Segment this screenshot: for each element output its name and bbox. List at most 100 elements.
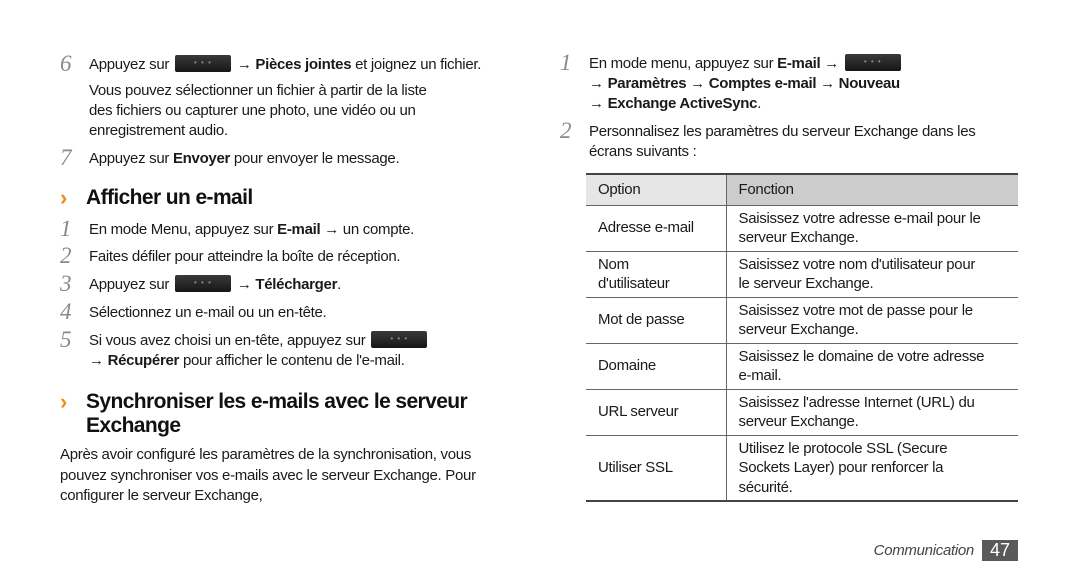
step-number: 2 [560, 118, 572, 143]
menu-dots: • • • [194, 278, 212, 287]
step-text-part: En mode Menu, appuyez sur [89, 221, 278, 238]
step-number: 6 [60, 51, 72, 76]
step-text: Sélectionnez un e-mail ou un en-tête. [89, 304, 327, 321]
step-text: Appuyez sur Envoyer pour envoyer le mess… [89, 149, 400, 169]
page-footer: Communication 47 [874, 540, 1018, 561]
option-cell: Nom d'utilisateur [586, 251, 726, 298]
table-row: URL serveur Saisissez l'adresse Internet… [586, 389, 1018, 436]
fonction-text: Saisissez l'adresse Internet (URL) du [738, 393, 975, 411]
step-text-line: écrans suivants : [589, 143, 697, 160]
menu-path: → Exchange ActiveSync [589, 95, 758, 112]
fonction-text: Saisissez votre nom d'utilisateur pour [738, 255, 976, 273]
step-text: En mode Menu, appuyez sur E-mail → un co… [89, 220, 414, 240]
step-text: En mode menu, appuyez sur E-mail → • • •… [589, 54, 903, 114]
menu-path: → Télécharger [232, 276, 338, 293]
section-name: Communication [873, 542, 975, 559]
fonction-text: le serveur Exchange. [738, 275, 874, 292]
fonction-cell: Saisissez votre nom d'utilisateur pour le… [725, 251, 1018, 298]
page-number: 47 [981, 540, 1018, 561]
step-number: 1 [560, 50, 572, 75]
option-text: Nom [598, 255, 629, 273]
fonction-cell: Saisissez l'adresse Internet (URL) du ser… [725, 389, 1018, 436]
step-text: Appuyez sur • • • → Pièces jointes et jo… [89, 55, 481, 141]
table-row: Adresse e-mail Saisissez votre adresse e… [586, 205, 1018, 252]
fonction-text: serveur Exchange. [738, 229, 859, 246]
step-number: 3 [60, 271, 72, 296]
option-text: Domaine [598, 357, 656, 375]
fonction-text: serveur Exchange. [738, 321, 859, 338]
step-number: 7 [60, 145, 72, 170]
option-text: Adresse e-mail [598, 219, 694, 237]
step-number: 5 [60, 327, 72, 352]
step-text-part: pour afficher le contenu de l'e-mail. [179, 352, 405, 369]
step-number: 4 [60, 299, 72, 324]
step-text-part: Appuyez sur [89, 150, 173, 167]
menu-path: Récupérer [107, 352, 180, 369]
step-text: Appuyez sur • • • → Télécharger. [89, 275, 341, 295]
option-text: Mot de passe [598, 311, 685, 329]
step-number: 2 [60, 243, 72, 268]
menu-key-icon: • • • [174, 275, 231, 292]
section-heading: Synchroniser les e-mails avec le serveur… [86, 390, 468, 438]
step-number: 1 [60, 216, 72, 241]
sync-paragraph: Après avoir configuré les paramètres de … [60, 445, 476, 507]
option-text: URL serveur [598, 403, 679, 421]
option-text: d'utilisateur [598, 275, 670, 292]
step-note-line: enregistrement audio. [89, 122, 228, 139]
fonction-cell: Saisissez votre mot de passe pour le serv… [725, 297, 1018, 344]
step-text-part: pour envoyer le message. [230, 150, 400, 167]
step-text-part: Si vous avez choisi un en-tête, appuyez … [89, 332, 370, 349]
menu-key-icon: • • • [844, 54, 901, 71]
step-text-part: et joignez un fichier. [351, 56, 482, 73]
step-note-line: des fichiers ou capturer une photo, une … [89, 102, 416, 119]
column-header-option: Option [586, 173, 726, 206]
step-text-part: . [757, 95, 762, 112]
fonction-text: Saisissez votre adresse e-mail pour le [738, 209, 981, 227]
step-text: Faites défiler pour atteindre la boîte d… [89, 248, 401, 265]
step-text-part: → [820, 55, 843, 72]
fonction-text: serveur Exchange. [738, 413, 859, 430]
step-text: Si vous avez choisi un en-tête, appuyez … [89, 331, 429, 371]
fonction-text: Saisissez votre mot de passe pour le [738, 301, 974, 319]
step-text-part: . [337, 276, 342, 293]
paragraph-line: configurer le serveur Exchange, [60, 487, 263, 504]
fonction-cell: Utilisez le protocole SSL (Secure Sockets… [725, 435, 1018, 502]
table-row: Nom d'utilisateur Saisissez votre nom d'u… [586, 251, 1018, 298]
menu-path: → Pièces jointes [232, 56, 352, 73]
fonction-cell: Saisissez votre adresse e-mail pour le se… [725, 205, 1018, 252]
fonction-text: Utilisez le protocole SSL (Secure [738, 439, 948, 457]
option-cell: Domaine [586, 343, 726, 390]
step-text-part: → un compte. [320, 221, 415, 238]
step-text-part: → [89, 352, 108, 369]
option-cell: URL serveur [586, 389, 726, 436]
chevron-right-icon: › [60, 185, 67, 210]
menu-path: → Paramètres → Comptes e-mail → Nouveau [589, 75, 900, 92]
menu-key-icon: • • • [371, 331, 428, 348]
menu-path: E-mail [277, 221, 321, 238]
chevron-right-icon: › [60, 389, 67, 414]
menu-path: E-mail [777, 55, 821, 72]
exchange-options-table: Option Fonction Adresse e-mail Saisissez… [586, 173, 1018, 502]
step-text: Personnalisez les paramètres du serveur … [589, 122, 976, 162]
table-header-row: Option Fonction [586, 173, 1018, 206]
paragraph-line: pouvez synchroniser vos e-mails avec le … [60, 466, 476, 484]
paragraph-line: Après avoir configuré les paramètres de … [60, 446, 472, 463]
step-text-part: Appuyez sur [89, 276, 173, 293]
menu-dots: • • • [390, 334, 409, 343]
option-cell: Adresse e-mail [586, 205, 726, 252]
step-text-line: Personnalisez les paramètres du serveur … [589, 123, 976, 140]
table-row: Domaine Saisissez le domaine de votre ad… [586, 343, 1018, 390]
fonction-text: e-mail. [738, 367, 782, 384]
column-header-fonction: Fonction [725, 173, 1018, 206]
step-text-part: En mode menu, appuyez sur [589, 55, 778, 72]
step-text-part: Appuyez sur [89, 56, 173, 73]
section-heading: Afficher un e-mail [86, 186, 253, 209]
menu-path: Envoyer [172, 150, 231, 167]
fonction-text: sécurité. [738, 478, 793, 496]
option-cell: Utiliser SSL [586, 435, 726, 502]
step-note-line: Vous pouvez sélectionner un fichier à pa… [89, 82, 427, 99]
section-heading-line: Synchroniser les e-mails avec le serveur [86, 390, 468, 413]
table-row: Utiliser SSL Utilisez le protocole SSL (… [586, 435, 1018, 502]
fonction-text: Sockets Layer) pour renforcer la [738, 459, 944, 476]
menu-dots: • • • [863, 57, 882, 66]
